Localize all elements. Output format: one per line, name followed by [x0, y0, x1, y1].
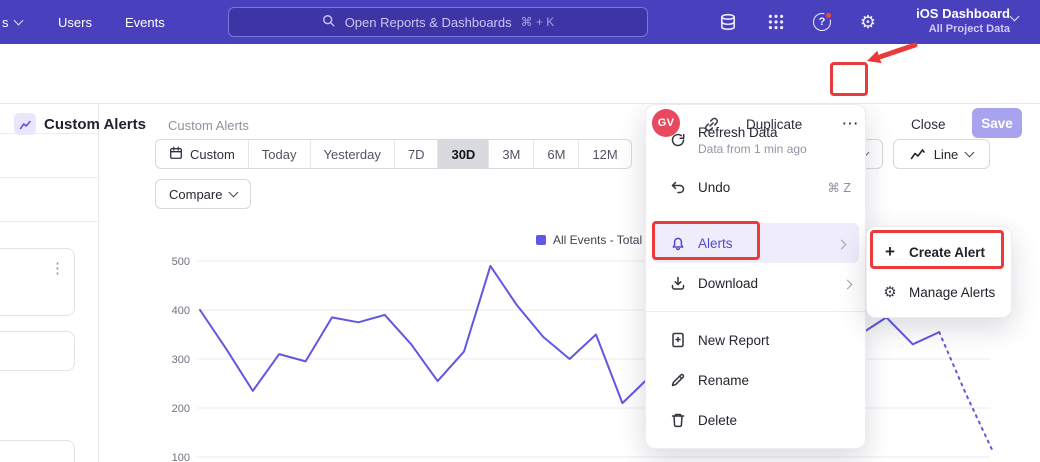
menu-item-alerts[interactable]: Alerts	[652, 223, 859, 263]
settings-icon[interactable]	[858, 12, 878, 32]
sidebar-card[interactable]	[0, 331, 75, 371]
submenu-item-manage-alerts[interactable]: Manage Alerts	[867, 272, 1011, 312]
page-title: Custom Alerts	[44, 116, 146, 133]
gear-icon	[882, 285, 898, 300]
sidebar-divider	[98, 104, 99, 462]
sidebar-card[interactable]	[0, 248, 75, 316]
sidebar-separator	[0, 177, 98, 178]
menu-item-label: Alerts	[698, 236, 733, 251]
menu-item-label: Undo	[698, 180, 730, 195]
submenu-item-label: Create Alert	[909, 245, 985, 260]
top-navigation-bar: s Users Events Open Reports & Dashboards…	[0, 0, 1040, 44]
svg-text:300: 300	[172, 354, 190, 366]
date-range-yesterday[interactable]: Yesterday	[310, 140, 394, 168]
menu-item-delete[interactable]: Delete	[646, 400, 865, 440]
project-switcher[interactable]: iOS Dashboard All Project Data	[916, 5, 1010, 36]
date-range-12m[interactable]: 12M	[578, 140, 630, 168]
menu-item-label: Delete	[698, 413, 737, 428]
alerts-submenu: Create Alert Manage Alerts	[866, 226, 1012, 318]
search-input[interactable]: Open Reports & Dashboards ⌘ + K	[228, 7, 648, 37]
legend-swatch	[536, 235, 546, 245]
search-icon	[322, 14, 336, 31]
nav-item-events[interactable]: Events	[125, 0, 165, 44]
date-range-custom-button[interactable]: Custom	[156, 140, 248, 168]
nav-item-users[interactable]: Users	[58, 0, 92, 44]
report-header: Custom Alerts Custom Alerts GV Duplicate…	[0, 44, 1040, 104]
menu-item-label: New Report	[698, 333, 769, 348]
bell-icon	[670, 235, 686, 251]
svg-text:400: 400	[172, 305, 190, 317]
chevron-right-icon	[837, 239, 847, 249]
trash-icon	[670, 412, 686, 428]
svg-text:100: 100	[172, 452, 190, 462]
chevron-down-icon	[1010, 12, 1020, 22]
avatar[interactable]: GV	[652, 109, 680, 137]
nav-item-label: s	[2, 15, 9, 30]
report-icon	[14, 113, 36, 135]
legend-label: All Events - Total	[553, 233, 642, 247]
chevron-right-icon	[843, 279, 853, 289]
plus-icon	[882, 242, 898, 262]
calendar-icon	[169, 146, 183, 163]
help-icon[interactable]: ?	[812, 12, 832, 32]
more-options-button[interactable]: ⋯	[836, 110, 864, 138]
submenu-item-label: Manage Alerts	[909, 285, 995, 300]
menu-item-undo[interactable]: Undo ⌘ Z	[646, 167, 865, 207]
kebab-menu-icon[interactable]	[50, 259, 65, 277]
project-title: iOS Dashboard	[916, 5, 1010, 22]
menu-item-sublabel: Data from 1 min ago	[698, 142, 807, 156]
new-report-icon	[670, 332, 686, 348]
download-icon	[670, 275, 686, 291]
compare-label: Compare	[169, 187, 222, 202]
chevron-down-icon	[229, 187, 239, 197]
menu-shortcut: ⌘ Z	[827, 180, 851, 195]
close-button[interactable]: Close	[911, 110, 946, 138]
chevron-down-icon	[13, 15, 23, 25]
chart-legend: All Events - Total	[536, 233, 642, 247]
date-range-6m[interactable]: 6M	[533, 140, 578, 168]
svg-text:500: 500	[172, 256, 190, 268]
notification-dot	[824, 11, 833, 20]
line-chart-icon	[910, 145, 926, 164]
date-range-30d-selected[interactable]: 30D	[437, 140, 488, 168]
search-shortcut: ⌘ + K	[521, 15, 555, 29]
sidebar-card[interactable]	[0, 440, 75, 462]
duplicate-button[interactable]: Duplicate	[746, 110, 802, 138]
apps-grid-icon[interactable]	[766, 12, 786, 32]
menu-item-label: Rename	[698, 373, 749, 388]
menu-item-label: Download	[698, 276, 758, 291]
chart-type-label: Line	[934, 147, 959, 162]
sidebar-separator	[0, 221, 98, 222]
context-menu: Refresh Data Data from 1 min ago Undo ⌘ …	[645, 104, 866, 449]
chart-type-button[interactable]: Line	[893, 139, 990, 169]
search-placeholder: Open Reports & Dashboards	[345, 15, 512, 30]
date-range-3m[interactable]: 3M	[488, 140, 533, 168]
save-button[interactable]: Save	[972, 108, 1022, 138]
database-icon[interactable]	[718, 12, 738, 32]
date-range-custom-label: Custom	[190, 147, 235, 162]
breadcrumb: Custom Alerts	[168, 118, 249, 133]
menu-item-rename[interactable]: Rename	[646, 360, 865, 400]
link-icon[interactable]	[702, 115, 720, 133]
app-window: 500 400 300 200 100 Custom Today Yesterday 7…	[0, 0, 1040, 462]
nav-item-boards-partial[interactable]: s	[2, 0, 22, 44]
menu-item-download[interactable]: Download	[646, 263, 865, 303]
undo-icon	[670, 179, 686, 195]
compare-button[interactable]: Compare	[155, 179, 251, 209]
chevron-down-icon	[965, 147, 975, 157]
svg-text:200: 200	[172, 403, 190, 415]
date-range-control: Custom Today Yesterday 7D 30D 3M 6M 12M	[155, 139, 632, 169]
menu-separator	[646, 311, 865, 312]
project-subtitle: All Project Data	[916, 22, 1010, 36]
menu-item-new-report[interactable]: New Report	[646, 320, 865, 360]
date-range-today[interactable]: Today	[248, 140, 310, 168]
menu-spacer	[646, 207, 865, 223]
date-range-7d[interactable]: 7D	[394, 140, 438, 168]
pencil-icon	[670, 372, 686, 388]
submenu-item-create-alert[interactable]: Create Alert	[867, 232, 1011, 272]
